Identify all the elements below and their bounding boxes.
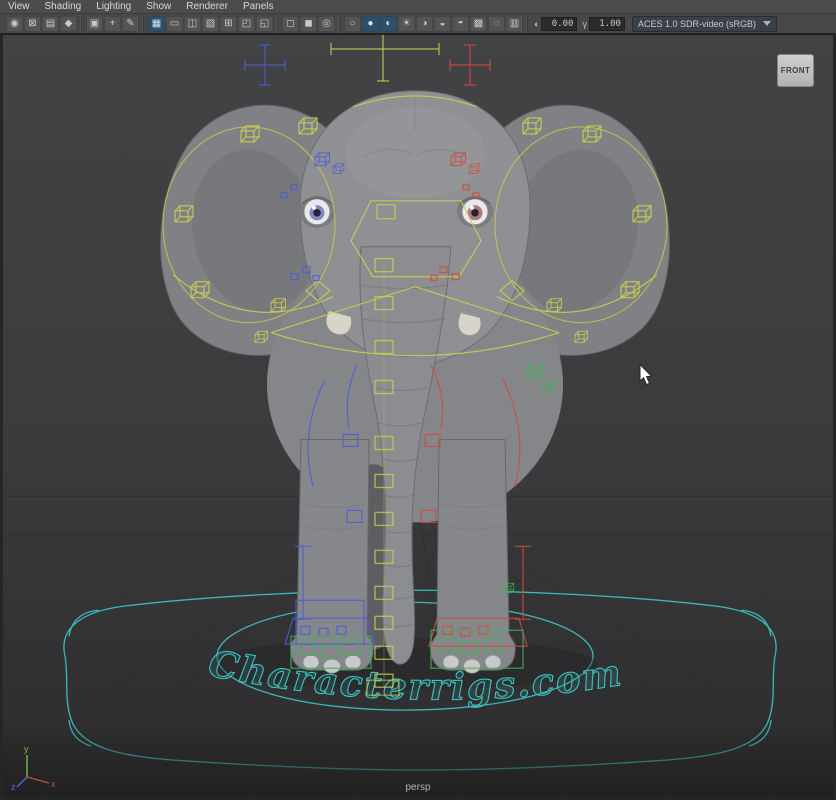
resolution-gate-icon[interactable]: ◫ (184, 16, 201, 32)
toolbar-gate-group: ▦▭◫▧⊞◰◱ (145, 15, 277, 33)
view-transform-dropdown[interactable]: ACES 1.0 SDR-video (sRGB) (632, 16, 777, 32)
elephant-leg-right (431, 439, 515, 670)
isolate-select-icon[interactable]: ◎ (318, 16, 335, 32)
bottom-vignette (3, 724, 833, 797)
anti-aliasing-icon[interactable]: ▩ (470, 16, 487, 32)
menu-view[interactable]: View (8, 0, 30, 14)
toolbar-image-group: ▣+✎ (83, 15, 143, 33)
menu-panels[interactable]: Panels (243, 0, 274, 14)
axis-x-label: x (51, 779, 56, 789)
toolbar-frame-group: ◻◼◎ (279, 15, 339, 33)
safe-action-icon[interactable]: ◰ (238, 16, 255, 32)
two-d-pan-zoom-icon[interactable]: + (104, 16, 121, 32)
gamma-icon: γ (582, 19, 587, 29)
front-view-button[interactable]: FRONT (777, 54, 814, 87)
gamma-field: γ (582, 17, 625, 31)
exposure-icon: ◐ (534, 19, 539, 29)
viewport[interactable]: Characterrigs.com (0, 34, 836, 800)
select-camera-icon[interactable]: ◉ (6, 16, 23, 32)
camera-attributes-icon[interactable]: ▤ (42, 16, 59, 32)
exposure-field: ◐ (534, 17, 577, 31)
lock-camera-icon[interactable]: ⊠ (24, 16, 41, 32)
smooth-shade-icon[interactable]: ● (362, 16, 379, 32)
film-gate-icon[interactable]: ▭ (166, 16, 183, 32)
axis-y-label: y (24, 744, 29, 754)
frame-selected-icon[interactable]: ◼ (300, 16, 317, 32)
dropdown-arrow-icon (763, 21, 771, 26)
motion-blur-icon[interactable]: ◓ (452, 16, 469, 32)
use-all-lights-icon[interactable]: ☀ (398, 16, 415, 32)
shadows-icon[interactable]: ◑ (416, 16, 433, 32)
toolbar-camera-group: ◉⊠▤◆ (3, 15, 81, 33)
gate-mask-icon[interactable]: ▧ (202, 16, 219, 32)
exposure-input[interactable] (541, 17, 577, 31)
axis-indicator: y x z (11, 743, 59, 791)
maya-viewport-panel: View Shading Lighting Show Renderer Pane… (0, 0, 836, 800)
frame-all-icon[interactable]: ◻ (282, 16, 299, 32)
wireframe-icon[interactable]: ○ (344, 16, 361, 32)
menu-lighting[interactable]: Lighting (96, 0, 131, 14)
gamma-input[interactable] (589, 17, 625, 31)
grease-pencil-icon[interactable]: ✎ (122, 16, 139, 32)
menu-show[interactable]: Show (146, 0, 171, 14)
textured-icon[interactable]: ◐ (380, 16, 397, 32)
scene-3d: Characterrigs.com (3, 35, 833, 797)
xray-icon[interactable]: ▥ (506, 16, 523, 32)
field-chart-icon[interactable]: ⊞ (220, 16, 237, 32)
depth-of-field-icon[interactable]: ◌ (488, 16, 505, 32)
menu-renderer[interactable]: Renderer (186, 0, 228, 14)
panel-menu-bar: View Shading Lighting Show Renderer Pane… (0, 0, 836, 14)
menu-shading[interactable]: Shading (45, 0, 82, 14)
toolbar-display-group: ○●◐☀◑◒◓▩◌▥ (341, 15, 527, 33)
safe-title-icon[interactable]: ◱ (256, 16, 273, 32)
image-plane-icon[interactable]: ▣ (86, 16, 103, 32)
panel-toolbar: ◉⊠▤◆ ▣+✎ ▦▭◫▧⊞◰◱ ◻◼◎ ○●◐☀◑◒◓▩◌▥ ◐ γ ACES… (0, 14, 836, 34)
axis-z-label: z (11, 782, 16, 791)
bookmarks-icon[interactable]: ◆ (60, 16, 77, 32)
screen-space-ao-icon[interactable]: ◒ (434, 16, 451, 32)
view-transform-label: ACES 1.0 SDR-video (sRGB) (638, 19, 756, 29)
grid-icon[interactable]: ▦ (148, 16, 165, 32)
